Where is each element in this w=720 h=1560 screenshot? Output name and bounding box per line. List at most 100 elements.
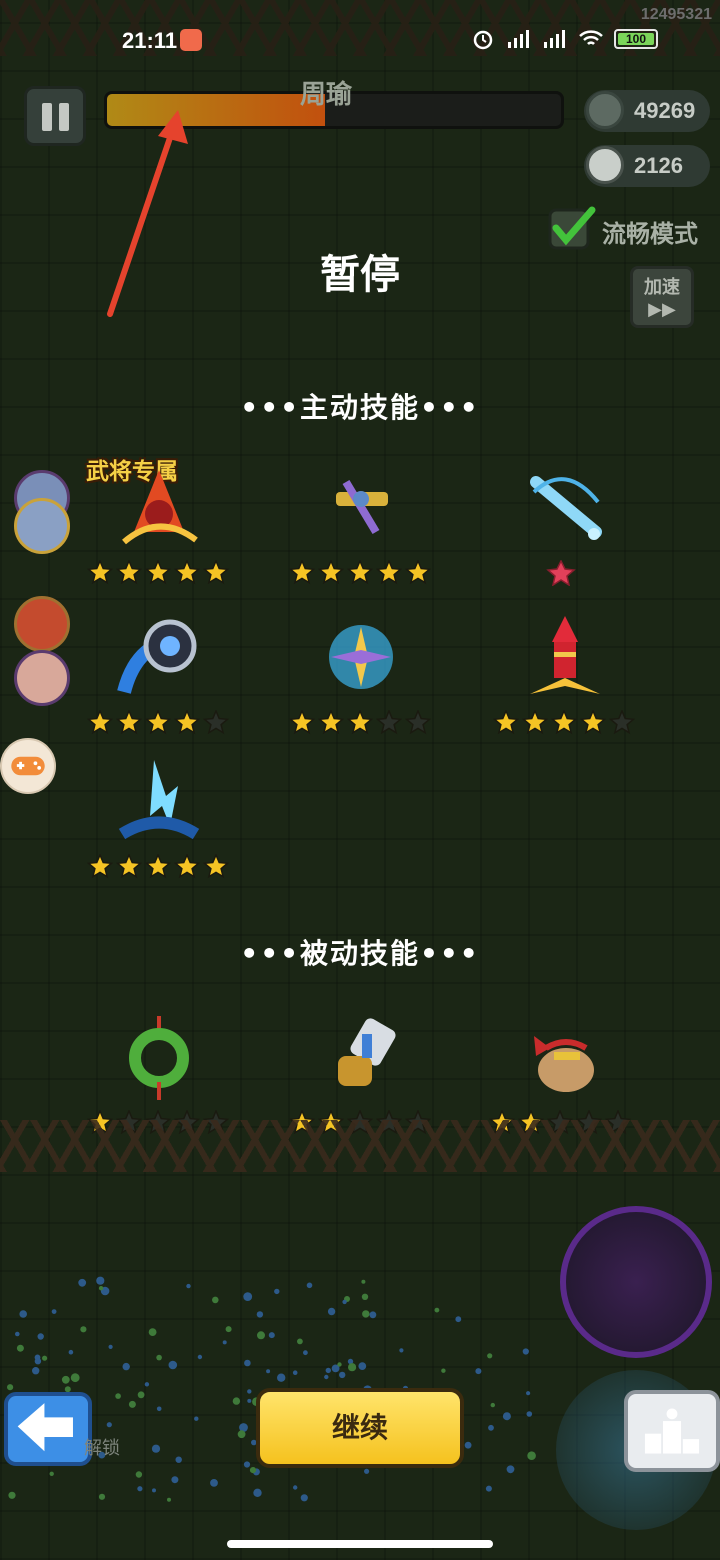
app-notification-icon (180, 29, 202, 51)
active-skill-5[interactable] (286, 592, 436, 742)
enemy-dot (303, 1350, 308, 1356)
enemy-dot (7, 1384, 14, 1391)
star-empty-icon (202, 710, 230, 735)
pause-button[interactable] (24, 86, 86, 146)
enemy-dot (16, 1344, 24, 1352)
star-empty-icon (404, 710, 432, 735)
star-rating (288, 710, 432, 735)
enemy-dot (197, 1354, 203, 1360)
ally-avatar-fox[interactable] (14, 596, 70, 652)
enemy-dot (364, 1468, 370, 1474)
star-filled-icon (115, 710, 143, 735)
star-empty-icon (375, 710, 403, 735)
enemy-dot (324, 1374, 329, 1380)
star-filled-icon (86, 710, 114, 735)
star-filled-icon (317, 560, 345, 585)
home-indicator[interactable] (227, 1540, 493, 1548)
enemy-dot (487, 1353, 493, 1359)
enemy-dot (506, 1465, 515, 1474)
enemy-dot (128, 1400, 136, 1408)
enemy-dot (137, 1486, 143, 1492)
star-filled-icon (346, 560, 374, 585)
enemy-dot (115, 1393, 121, 1399)
ice-sword-skill-icon (530, 476, 602, 540)
rank-button[interactable] (624, 1390, 720, 1472)
enemy-dot (455, 1316, 462, 1323)
coin-icon (586, 91, 624, 129)
enemy-dot (441, 1368, 446, 1373)
enemy-dot (122, 1362, 130, 1371)
enemy-dot (68, 1349, 74, 1355)
enemy-dot (485, 1485, 492, 1492)
active-skill-6[interactable] (490, 592, 640, 742)
star-filled-icon (288, 560, 316, 585)
back-arrow-icon (17, 1403, 73, 1452)
enemy-dot (526, 1391, 531, 1396)
enemy-dot (475, 1368, 482, 1375)
enemy-dot (51, 1309, 57, 1314)
fire-warrior-skill-icon (122, 470, 198, 545)
ally-avatar-pig[interactable] (14, 650, 70, 706)
star-filled-icon (173, 560, 201, 585)
star-filled-icon (317, 710, 345, 735)
enemy-dot (152, 1488, 156, 1493)
star-filled-icon (202, 560, 230, 585)
star-filled-icon (144, 560, 172, 585)
gauntlet-icon (338, 1018, 396, 1086)
star-filled-icon (579, 710, 607, 735)
battery-icon: 100 (614, 29, 658, 49)
device-id: 12495321 (640, 6, 712, 23)
lightning-burst-skill-icon (118, 760, 200, 840)
enemy-dot (274, 1288, 280, 1295)
status-time: 21:11 (122, 28, 178, 53)
lucky-bag-icon (534, 1036, 594, 1092)
enemy-dot (237, 1430, 246, 1439)
enemy-dot (8, 1491, 16, 1499)
middle-fence (0, 1120, 720, 1172)
enemy-dot (297, 1338, 303, 1345)
enemy-dot (256, 1311, 264, 1318)
gamepad-icon (11, 756, 45, 776)
enemy-dot (225, 1326, 232, 1333)
ally-avatar-elephant-2[interactable] (14, 498, 70, 554)
enemy-dot (108, 1344, 113, 1349)
enemy-dot (361, 1293, 369, 1300)
active-skill-1[interactable] (84, 442, 234, 592)
enemy-dot (232, 1397, 241, 1405)
star-empty-icon (608, 710, 636, 735)
enemy-dot (156, 1406, 162, 1412)
enemy-dot (98, 1286, 104, 1291)
enemy-dot (292, 1370, 298, 1375)
enemy-dot (61, 1375, 70, 1384)
gamepad-button[interactable] (0, 738, 56, 794)
enemy-dot (399, 1348, 404, 1353)
back-button[interactable] (4, 1392, 92, 1466)
enemy-dot (135, 1471, 143, 1478)
enemy-dot (325, 1367, 331, 1374)
star-filled-icon (375, 560, 403, 585)
jade-pendant-icon (129, 1016, 189, 1100)
enemy-dot (34, 1354, 41, 1361)
continue-button[interactable]: 继续 (256, 1388, 464, 1468)
star-rating (86, 710, 230, 735)
enemy-dot (186, 1283, 191, 1289)
active-skill-4[interactable] (84, 592, 234, 742)
active-skill-2[interactable] (286, 442, 436, 592)
active-skill-3[interactable] (486, 442, 636, 592)
star-filled-icon (144, 854, 172, 879)
enemy-dot (490, 1402, 495, 1408)
enemy-dot (80, 1326, 87, 1333)
active-skill-7[interactable] (84, 736, 234, 886)
enemy-dot (171, 1476, 179, 1484)
enemy-dot (526, 1411, 533, 1417)
ultimate-skill-button[interactable] (560, 1206, 712, 1358)
enemy-dot (243, 1292, 253, 1301)
coin-value: 49269 (634, 98, 696, 123)
star-filled-icon (86, 854, 114, 879)
enemy-dot (277, 1373, 286, 1382)
enemy-dot (253, 1488, 262, 1497)
kill-counter: 2126 (584, 145, 710, 187)
enemy-dot (257, 1331, 265, 1340)
star-filled-icon (144, 710, 172, 735)
coin-counter: 49269 (584, 90, 710, 132)
